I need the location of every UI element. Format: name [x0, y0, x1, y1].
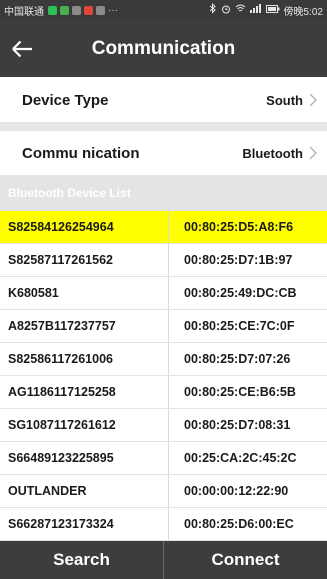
device-mac: 00:80:25:D7:07:26	[184, 352, 291, 366]
device-row[interactable]: S66489123225895 00:25:CA:2C:45:2C	[0, 442, 327, 475]
search-button[interactable]: Search	[0, 541, 163, 579]
page-title: Communication	[91, 37, 236, 59]
signal-icon	[249, 4, 262, 16]
app-notification-icon	[60, 5, 69, 15]
carrier-label: 中国联通	[4, 6, 44, 18]
device-mac: 00:80:25:D5:A8:F6	[184, 220, 294, 234]
status-bar: 中国联通 ··· 傍晚5:02	[0, 0, 327, 20]
device-mac: 00:80:25:D6:00:EC	[184, 517, 294, 531]
app-notification-icon	[48, 5, 57, 15]
device-mac: 00:00:00:12:22:90	[184, 484, 289, 498]
bottom-action-bar: Search Connect	[0, 541, 327, 579]
chevron-right-icon	[309, 93, 317, 107]
status-time: 傍晚5:02	[283, 6, 323, 18]
back-arrow-icon	[12, 40, 32, 57]
device-row[interactable]: A8257B117237757 00:80:25:CE:7C:0F	[0, 310, 327, 343]
device-name: K680581	[0, 277, 169, 309]
section-divider	[0, 122, 327, 131]
device-type-value: South	[266, 92, 303, 108]
device-name: A8257B117237757	[0, 310, 169, 342]
title-bar: Communication	[0, 20, 327, 77]
communication-row[interactable]: Commu nication Bluetooth	[0, 131, 327, 175]
bluetooth-device-list: S82584126254964 00:80:25:D5:A8:F6 S82587…	[0, 211, 327, 541]
device-mac: 00:25:CA:2C:45:2C	[184, 451, 297, 465]
device-name: OUTLANDER	[0, 475, 169, 507]
device-type-label: Device Type	[22, 91, 109, 109]
device-name: S82587117261562	[0, 244, 169, 276]
device-name: S66489123225895	[0, 442, 169, 474]
notification-icons	[48, 5, 105, 15]
alarm-icon	[221, 4, 231, 17]
wifi-icon	[235, 4, 246, 16]
device-row[interactable]: S66287123173324 00:80:25:D6:00:EC	[0, 508, 327, 541]
device-name: AG1186117125258	[0, 376, 169, 408]
back-button[interactable]	[0, 20, 44, 77]
app-notification-icon	[72, 5, 81, 15]
device-type-row[interactable]: Device Type South	[0, 78, 327, 122]
app-notification-icon	[96, 5, 105, 15]
device-name: S82584126254964	[0, 211, 169, 243]
device-row[interactable]: OUTLANDER 00:00:00:12:22:90	[0, 475, 327, 508]
device-mac: 00:80:25:D7:1B:97	[184, 253, 293, 267]
device-mac: 00:80:25:D7:08:31	[184, 418, 291, 432]
chevron-right-icon	[309, 146, 317, 160]
device-row[interactable]: K680581 00:80:25:49:DC:CB	[0, 277, 327, 310]
device-name: SG1087117261612	[0, 409, 169, 441]
app-notification-icon	[84, 5, 93, 15]
bluetooth-icon	[209, 2, 217, 17]
device-mac: 00:80:25:49:DC:CB	[184, 286, 297, 300]
communication-value: Bluetooth	[242, 145, 303, 161]
status-right: 傍晚5:02	[209, 2, 323, 18]
device-row[interactable]: S82584126254964 00:80:25:D5:A8:F6	[0, 211, 327, 244]
battery-icon	[265, 4, 280, 16]
device-name: S66287123173324	[0, 508, 169, 540]
device-row[interactable]: S82586117261006 00:80:25:D7:07:26	[0, 343, 327, 376]
device-row[interactable]: SG1087117261612 00:80:25:D7:08:31	[0, 409, 327, 442]
device-list-header: Bluetooth Device List	[0, 175, 327, 211]
connect-button[interactable]: Connect	[164, 541, 327, 579]
device-name: S82586117261006	[0, 343, 169, 375]
more-notifications: ···	[108, 4, 118, 16]
device-row[interactable]: AG1186117125258 00:80:25:CE:B6:5B	[0, 376, 327, 409]
device-mac: 00:80:25:CE:B6:5B	[184, 385, 296, 399]
communication-label: Commu nication	[22, 144, 140, 162]
device-mac: 00:80:25:CE:7C:0F	[184, 319, 295, 333]
device-row[interactable]: S82587117261562 00:80:25:D7:1B:97	[0, 244, 327, 277]
